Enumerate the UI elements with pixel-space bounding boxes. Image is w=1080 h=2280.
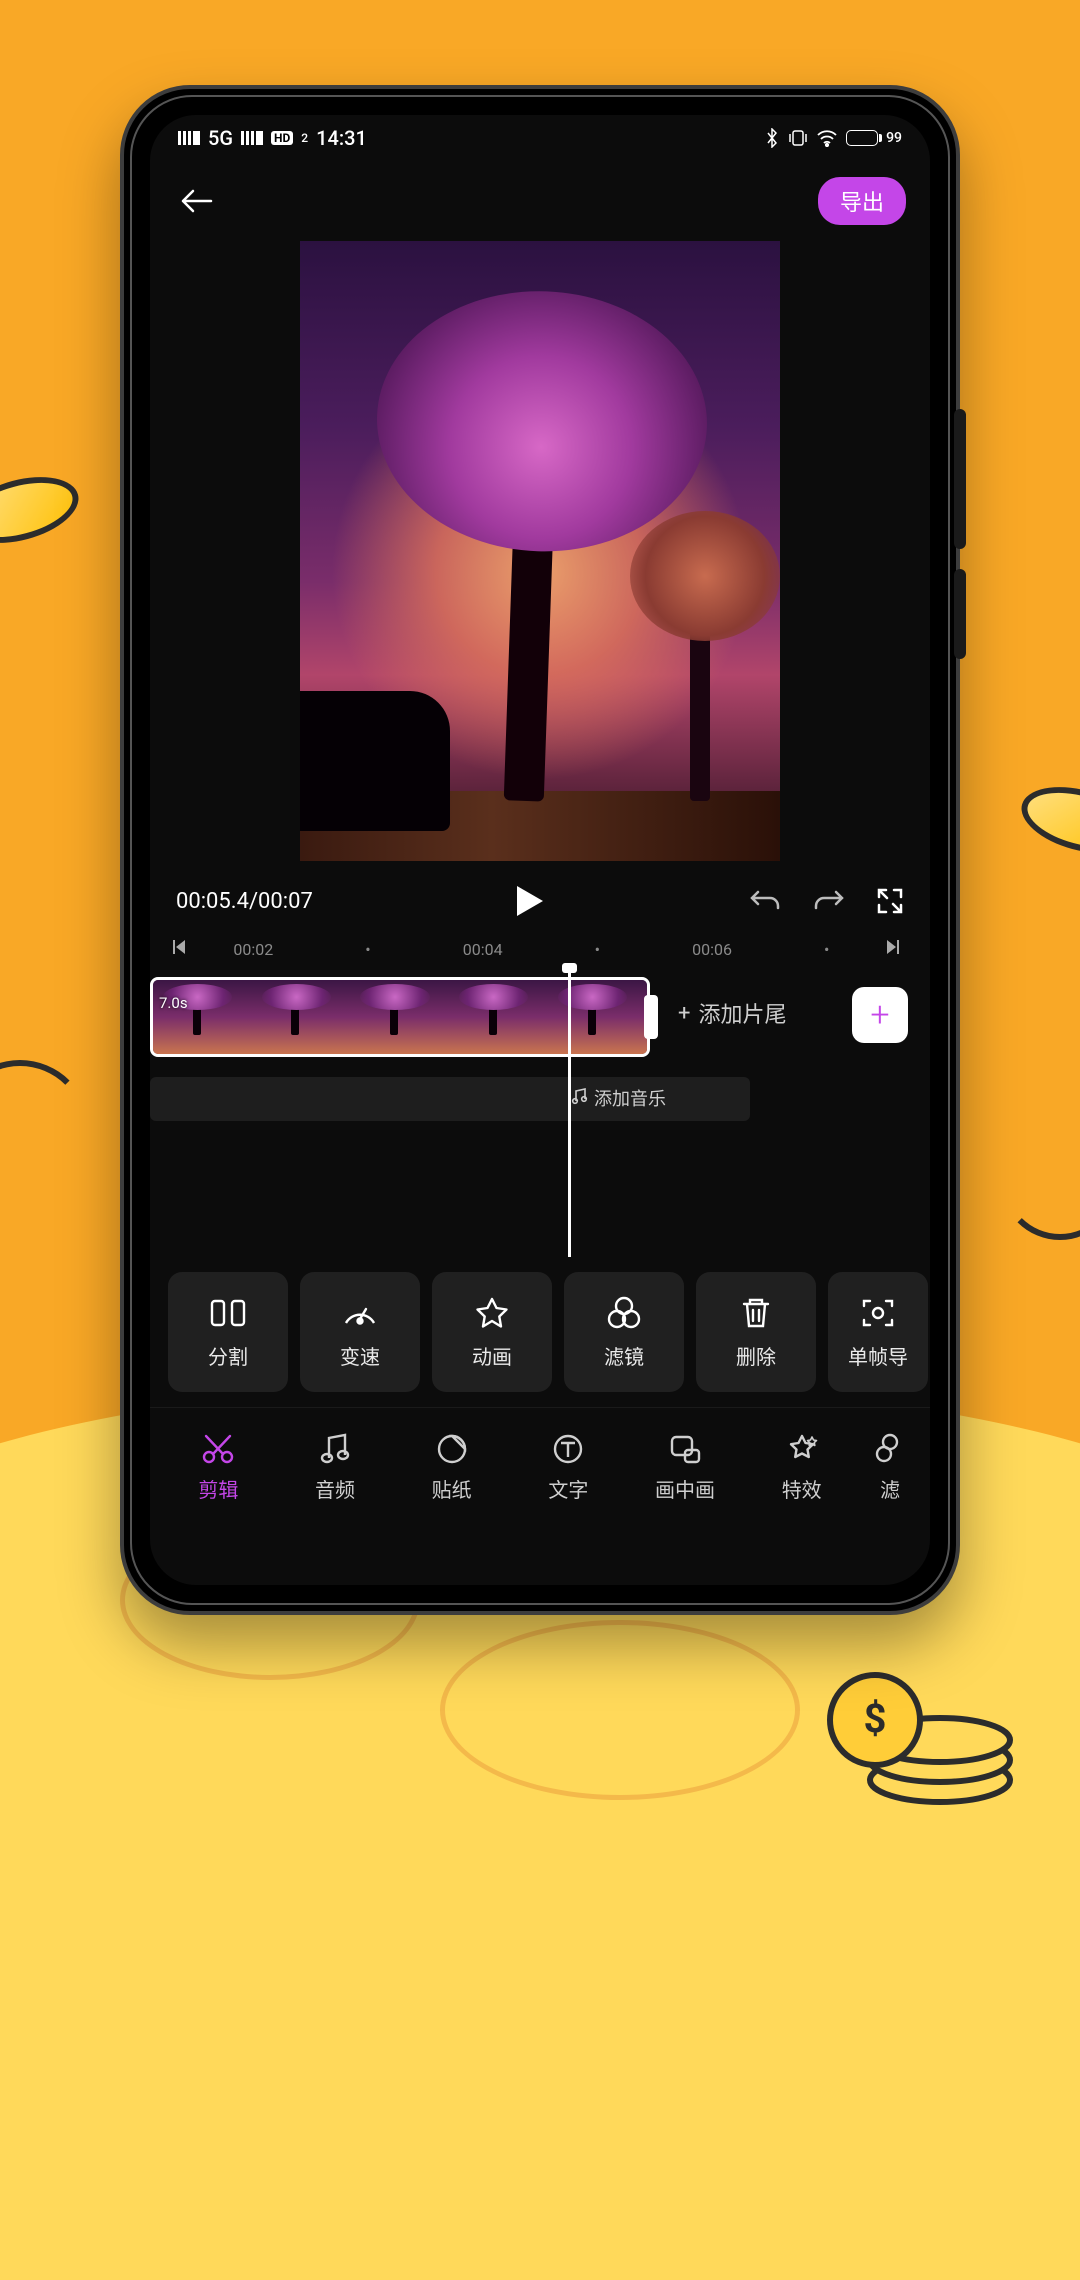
tool-label: 分割 <box>208 1341 248 1370</box>
tool-row: 分割 变速 动画 滤镜 删除 单帧导 <box>150 1257 930 1407</box>
nav-text[interactable]: 文字 <box>510 1432 627 1503</box>
add-clip-button[interactable]: + <box>852 987 908 1043</box>
nav-label: 滤 <box>880 1474 900 1503</box>
curl-decoration <box>1000 1120 1080 1240</box>
tool-label: 滤镜 <box>604 1341 644 1370</box>
fullscreen-button[interactable] <box>876 887 904 915</box>
current-time: 00:05.4 <box>176 889 249 914</box>
playhead[interactable] <box>568 967 571 1257</box>
nav-label: 贴纸 <box>432 1474 472 1503</box>
status-bar: 5G HD 2 14:31 99 <box>150 115 930 161</box>
tool-frame-export[interactable]: 单帧导 <box>828 1272 928 1392</box>
vibrate-icon <box>788 129 808 147</box>
header: 导出 <box>150 161 930 241</box>
screen: 5G HD 2 14:31 99 导出 <box>150 115 930 1585</box>
signal-icon <box>178 131 200 145</box>
tool-label: 变速 <box>340 1341 380 1370</box>
add-ending-label: 添加片尾 <box>698 997 786 1029</box>
nav-label: 音频 <box>315 1474 355 1503</box>
ruler-dot: • <box>540 940 655 959</box>
nav-label: 剪辑 <box>198 1474 238 1503</box>
preview-area <box>150 241 930 871</box>
tool-filter[interactable]: 滤镜 <box>564 1272 684 1392</box>
nav-sticker[interactable]: 贴纸 <box>393 1432 510 1503</box>
undo-button[interactable] <box>748 888 782 914</box>
side-button <box>954 409 966 549</box>
ruler-tick: 00:02 <box>196 940 311 959</box>
jump-end-icon[interactable] <box>884 938 910 960</box>
tool-animation[interactable]: 动画 <box>432 1272 552 1392</box>
bottom-nav: 剪辑 音频 贴纸 文字 画中画 特效 <box>150 1407 930 1527</box>
nav-pip[interactable]: 画中画 <box>627 1432 744 1503</box>
timeline[interactable]: 7.0s + 添加片尾 + 添加音乐 <box>150 967 930 1257</box>
jump-start-icon[interactable] <box>170 938 196 960</box>
hd-sub: 2 <box>301 131 308 145</box>
music-icon <box>570 1087 588 1110</box>
status-time: 14:31 <box>316 126 367 150</box>
add-music-label: 添加音乐 <box>594 1085 666 1111</box>
network-type: 5G <box>208 126 233 150</box>
ruler-tick: 00:06 <box>655 940 770 959</box>
time-display: 00:05.4/00:07 <box>176 889 313 914</box>
hd-badge: HD <box>271 131 293 145</box>
nav-fx[interactable]: 特效 <box>743 1432 860 1503</box>
ruler-tick: 00:04 <box>425 940 540 959</box>
ruler-dot: • <box>769 940 884 959</box>
play-button[interactable] <box>313 884 748 918</box>
tool-label: 动画 <box>472 1341 512 1370</box>
phone-frame: 5G HD 2 14:31 99 导出 <box>120 85 960 1615</box>
back-button[interactable] <box>174 179 218 223</box>
coin-decoration <box>1014 775 1080 864</box>
nav-audio[interactable]: 音频 <box>277 1432 394 1503</box>
curl-decoration <box>0 1060 90 1200</box>
ground-circle <box>440 1620 800 1800</box>
nav-edit[interactable]: 剪辑 <box>160 1432 277 1503</box>
tool-label: 删除 <box>736 1341 776 1370</box>
side-button <box>954 569 966 659</box>
tool-delete[interactable]: 删除 <box>696 1272 816 1392</box>
signal-icon <box>241 131 263 145</box>
bluetooth-icon <box>764 128 780 148</box>
nav-label: 画中画 <box>655 1474 715 1503</box>
player-bar: 00:05.4/00:07 <box>150 871 930 931</box>
tool-split[interactable]: 分割 <box>168 1272 288 1392</box>
export-button[interactable]: 导出 <box>818 177 906 225</box>
battery-level: 99 <box>886 130 902 146</box>
timeline-ruler[interactable]: 00:02 • 00:04 • 00:06 • <box>150 931 930 967</box>
svg-text:$: $ <box>864 1695 887 1742</box>
add-music-button[interactable]: 添加音乐 <box>570 1085 666 1111</box>
nav-label: 特效 <box>782 1474 822 1503</box>
coin-decoration <box>0 465 86 554</box>
nav-label: 文字 <box>548 1474 588 1503</box>
clip-duration: 7.0s <box>159 994 188 1012</box>
total-time: 00:07 <box>258 889 313 914</box>
preview-image[interactable] <box>300 241 780 861</box>
plus-icon: + <box>678 1001 690 1026</box>
wifi-icon <box>816 129 838 147</box>
tool-speed[interactable]: 变速 <box>300 1272 420 1392</box>
video-clip[interactable]: 7.0s <box>150 977 650 1057</box>
add-ending-button[interactable]: + 添加片尾 <box>678 997 787 1029</box>
tool-label: 单帧导 <box>848 1341 908 1370</box>
ruler-dot: • <box>311 940 426 959</box>
nav-filter[interactable]: 滤 <box>860 1432 920 1503</box>
battery-icon <box>846 130 878 146</box>
coin-stack-decoration: $ <box>820 1640 1040 1860</box>
clip-end-handle[interactable] <box>644 995 658 1039</box>
redo-button[interactable] <box>812 888 846 914</box>
